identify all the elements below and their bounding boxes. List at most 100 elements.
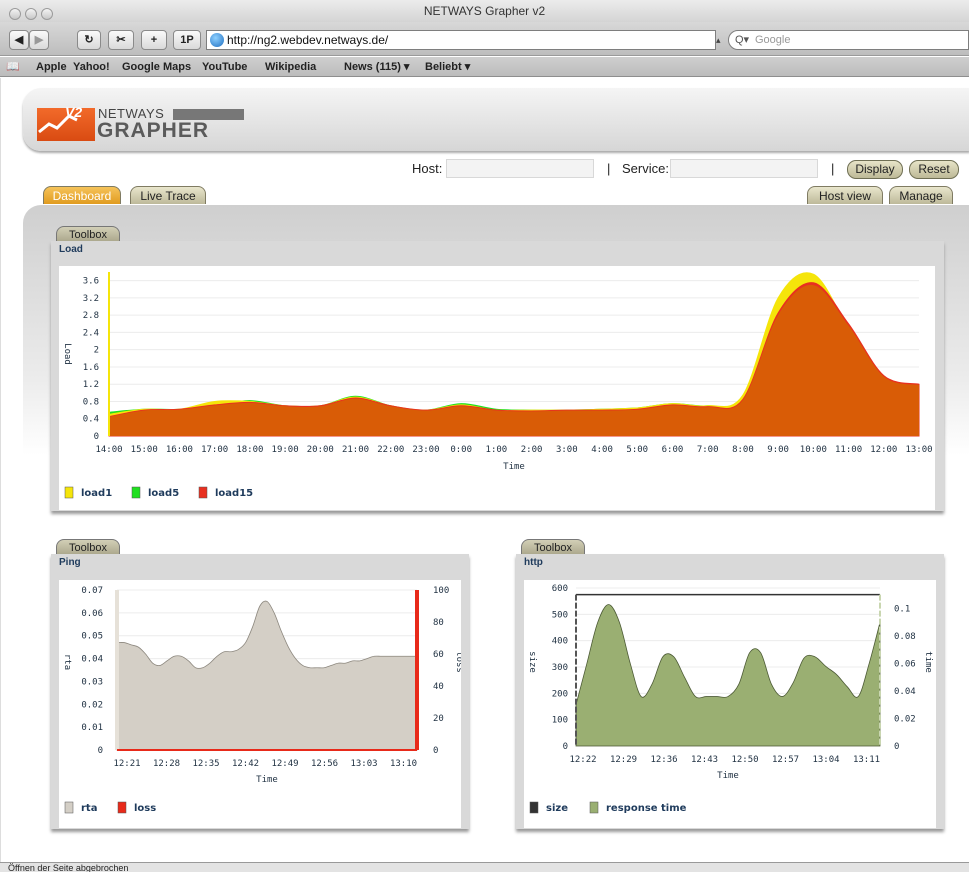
add-bookmark-button[interactable]: + xyxy=(141,30,167,50)
http-y2tick: 0 xyxy=(894,742,899,752)
ping-y2tick: 20 xyxy=(433,714,444,724)
book-icon[interactable]: 📖 xyxy=(6,57,20,77)
load-ytick: 2.4 xyxy=(83,328,99,338)
http-title: http xyxy=(524,557,543,568)
bookmark-wikipedia[interactable]: Wikipedia xyxy=(265,57,316,77)
zoom-window-button[interactable] xyxy=(41,8,53,20)
bookmark-yahoo[interactable]: Yahoo! xyxy=(73,57,110,77)
load-xtick: 8:00 xyxy=(732,445,754,455)
http-xtick: 12:22 xyxy=(569,755,596,765)
load-xtick: 5:00 xyxy=(626,445,648,455)
load-xtick: 2:00 xyxy=(521,445,543,455)
load-xtick: 6:00 xyxy=(662,445,684,455)
load-ytick: 2 xyxy=(94,346,99,356)
reload-button[interactable]: ↻ xyxy=(77,30,101,50)
load-ytick: 3.6 xyxy=(83,277,99,287)
address-dropdown-icon[interactable]: ▴ xyxy=(716,30,728,50)
browser-toolbar: ◀ ▶ ↻ ✂ + 1P http://ng2.webdev.netways.d… xyxy=(0,22,969,56)
load-xtick: 9:00 xyxy=(767,445,789,455)
legend-label-load1: load1 xyxy=(81,488,112,499)
legend-swatch-load15 xyxy=(198,486,208,499)
tab-dashboard[interactable]: Dashboard xyxy=(43,186,121,204)
legend-label-load15: load15 xyxy=(215,488,253,499)
load-xtick: 11:00 xyxy=(835,445,862,455)
load-ytick: 1.6 xyxy=(83,363,99,373)
http-y2tick: 0.04 xyxy=(894,687,916,697)
load-xtick: 0:00 xyxy=(450,445,472,455)
legend-label-rta: rta xyxy=(81,803,97,814)
display-button[interactable]: Display xyxy=(847,160,903,179)
close-window-button[interactable] xyxy=(9,8,21,20)
window-titlebar: NETWAYS Grapher v2 xyxy=(0,0,969,22)
legend-label-load5: load5 xyxy=(148,488,179,499)
http-y2tick: 0.06 xyxy=(894,660,916,670)
back-button[interactable]: ◀ xyxy=(9,30,29,50)
load-ytick: 1.2 xyxy=(83,380,99,390)
load-ylabel: Load xyxy=(62,343,72,365)
http-xtick: 13:11 xyxy=(853,755,880,765)
service-label: Service: xyxy=(622,161,669,176)
load-title: Load xyxy=(59,244,83,255)
snapback-button[interactable]: ✂ xyxy=(108,30,134,50)
load-ytick: 2.8 xyxy=(83,311,99,321)
ping-ytick: 0 xyxy=(98,746,103,756)
http-ytick: 200 xyxy=(552,689,568,699)
load-panel: Load 0 0.4 0.8 1.2 1.6 2 2.4 2.8 3.2 3.6 14:00 15:0… xyxy=(51,241,944,511)
bookmark-apple[interactable]: Apple xyxy=(36,57,67,77)
ping-xtick: 12:28 xyxy=(153,759,180,769)
tab-host-view[interactable]: Host view xyxy=(807,186,883,204)
separator-1: | xyxy=(607,161,611,176)
load-chart: 0 0.4 0.8 1.2 1.6 2 2.4 2.8 3.2 3.6 14:00 15:00 16:0… xyxy=(62,272,933,499)
browser-window: NETWAYS Grapher v2 ◀ ▶ ↻ ✂ + 1P http://n… xyxy=(0,0,969,872)
http-xtick: 12:43 xyxy=(691,755,718,765)
http-ytick: 0 xyxy=(563,742,568,752)
ping-xtick: 12:42 xyxy=(232,759,259,769)
http-xlabel: Time xyxy=(717,771,739,781)
load-xlabel: Time xyxy=(503,462,525,472)
ping-ytick: 0.02 xyxy=(81,700,103,710)
load-xtick: 23:00 xyxy=(412,445,439,455)
load-xtick: 16:00 xyxy=(166,445,193,455)
http-y2tick: 0.08 xyxy=(894,632,916,642)
http-series-response-time xyxy=(575,604,881,747)
load-toolbox-tab[interactable]: Toolbox xyxy=(56,226,120,242)
onepassword-button[interactable]: 1P xyxy=(173,30,201,50)
tab-manage[interactable]: Manage xyxy=(889,186,953,204)
http-y2tick: 0.02 xyxy=(894,715,916,725)
load-xtick: 22:00 xyxy=(377,445,404,455)
bookmark-youtube[interactable]: YouTube xyxy=(202,57,247,77)
bookmark-beliebt[interactable]: Beliebt ▾ xyxy=(425,57,470,77)
search-input[interactable]: Q▾ Google xyxy=(728,30,969,50)
host-input[interactable] xyxy=(446,159,594,178)
reset-button[interactable]: Reset xyxy=(909,160,959,179)
legend-swatch-response-time xyxy=(589,801,599,814)
http-y2tick: 0.1 xyxy=(894,605,910,615)
load-xtick: 19:00 xyxy=(272,445,299,455)
service-input[interactable] xyxy=(670,159,818,178)
http-ytick: 100 xyxy=(552,716,568,726)
ping-ytick: 0.05 xyxy=(81,632,103,642)
legend-swatch-loss xyxy=(117,801,127,814)
legend-swatch-rta xyxy=(64,801,74,814)
logo-v2: V2 xyxy=(65,104,83,120)
bookmark-news[interactable]: News (115) ▾ xyxy=(344,57,409,77)
address-bar[interactable]: http://ng2.webdev.netways.de/ xyxy=(206,30,716,50)
ping-ylabel: rta xyxy=(62,654,72,670)
bookmark-google-maps[interactable]: Google Maps xyxy=(122,57,191,77)
http-xtick: 12:29 xyxy=(610,755,637,765)
ping-ytick: 0.04 xyxy=(81,655,103,665)
minimize-window-button[interactable] xyxy=(25,8,37,20)
load-xtick: 20:00 xyxy=(307,445,334,455)
app-header: V2 NETWAYS GRAPHER xyxy=(23,88,969,151)
page-content: V2 NETWAYS GRAPHER Host: | Service: | Di… xyxy=(0,78,969,862)
ping-xlabel: Time xyxy=(256,775,278,785)
http-xtick: 12:57 xyxy=(772,755,799,765)
ping-toolbox-tab[interactable]: Toolbox xyxy=(56,539,120,555)
window-title: NETWAYS Grapher v2 xyxy=(423,4,546,18)
http-toolbox-tab[interactable]: Toolbox xyxy=(521,539,585,555)
search-icon: Q▾ xyxy=(735,34,750,46)
load-xtick: 14:00 xyxy=(95,445,122,455)
address-text: http://ng2.webdev.netways.de/ xyxy=(227,33,389,47)
tab-live-trace[interactable]: Live Trace xyxy=(130,186,206,204)
forward-button[interactable]: ▶ xyxy=(29,30,49,50)
